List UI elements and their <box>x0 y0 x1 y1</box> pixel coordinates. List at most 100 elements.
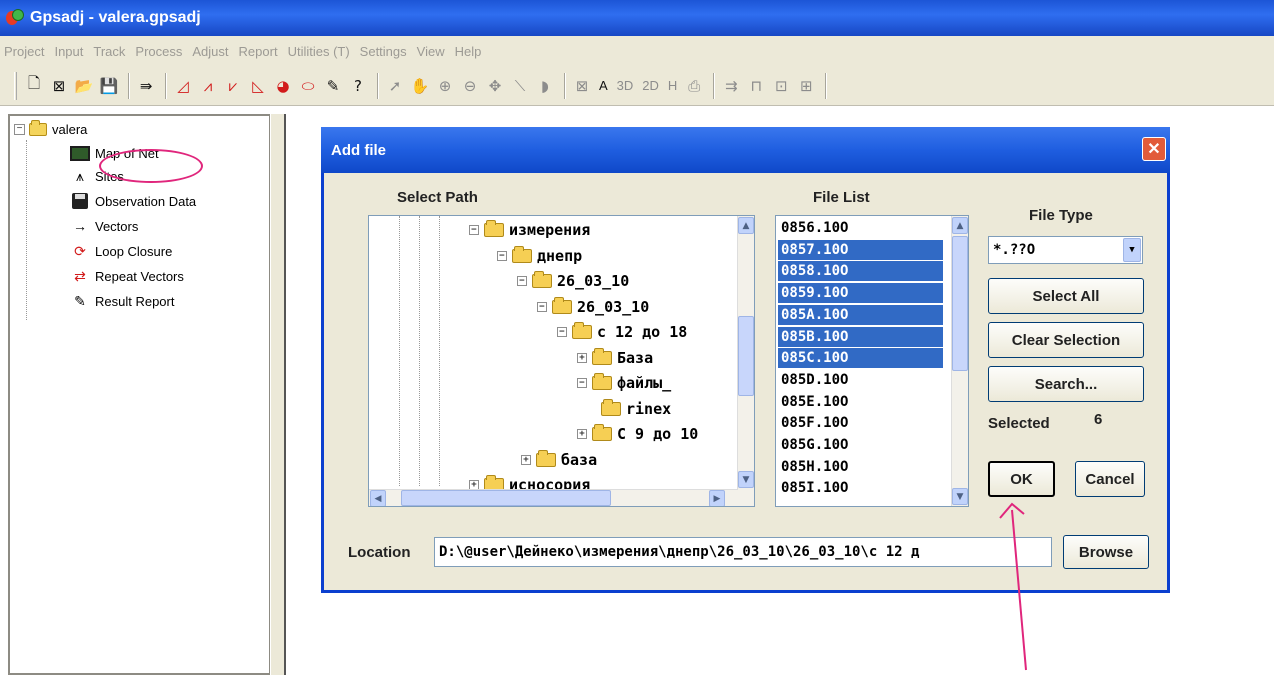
process-icon[interactable]: ◕ <box>272 74 294 98</box>
collapse-icon[interactable]: − <box>469 225 479 235</box>
file-list-item[interactable]: 085H.10O <box>778 457 943 477</box>
path-tree-node[interactable]: + база <box>521 448 597 472</box>
path-tree-node[interactable]: rinex <box>601 397 671 421</box>
path-tree-node[interactable]: − файлы_ <box>577 371 671 395</box>
tree-item-repeat-vectors[interactable]: ⇄ Repeat Vectors <box>70 265 184 287</box>
expand-icon[interactable]: + <box>521 454 531 465</box>
menu-utilities[interactable]: Utilities (T) <box>288 44 350 59</box>
height-button[interactable]: H <box>665 74 680 98</box>
file-vscrollbar[interactable]: ▲ ▼ <box>951 216 968 506</box>
file-list-item[interactable]: 085E.10O <box>778 392 943 412</box>
path-tree-node[interactable]: − 26_03_10 <box>537 295 649 319</box>
collapse-icon[interactable]: − <box>537 301 547 312</box>
tree-item-result-report[interactable]: ✎ Result Report <box>70 290 174 312</box>
location-field[interactable]: D:\@user\Дейнеко\измерения\днепр\26_03_1… <box>434 537 1052 567</box>
search-button[interactable]: Search... <box>988 366 1144 402</box>
new-file-icon[interactable]: 🗋 <box>23 74 45 98</box>
close-file-icon[interactable]: ⊠ <box>48 74 70 98</box>
scroll-down-icon[interactable]: ▼ <box>738 471 754 488</box>
zoom-out-icon[interactable]: ⊖ <box>459 74 481 98</box>
report-pencil-icon[interactable]: ✎ <box>322 74 344 98</box>
path-tree-node[interactable]: − с 12 до 18 <box>557 320 687 344</box>
collapse-icon[interactable]: − <box>557 327 567 337</box>
tree-item-loop-closure[interactable]: ⟳ Loop Closure <box>70 240 172 262</box>
collapse-icon[interactable]: − <box>577 378 587 388</box>
file-list-item[interactable]: 085F.10O <box>778 413 943 433</box>
line-icon[interactable]: ⟍ <box>509 74 531 98</box>
expand-icon[interactable]: + <box>577 429 587 439</box>
browse-button[interactable]: Browse <box>1063 535 1149 569</box>
loop-icon[interactable]: ⩘ <box>197 74 219 98</box>
menu-process[interactable]: Process <box>135 44 182 59</box>
cancel-button[interactable]: Cancel <box>1075 461 1145 497</box>
adjust-icon[interactable]: ⬭ <box>297 74 319 98</box>
save-icon[interactable]: 💾 <box>98 74 120 98</box>
move-icon[interactable]: ✥ <box>484 74 506 98</box>
file-list-item[interactable]: 085A.10O <box>778 304 943 325</box>
file-list-item[interactable]: 085C.10O <box>778 348 943 369</box>
tree-root[interactable]: − valera <box>14 118 87 140</box>
menu-input[interactable]: Input <box>54 44 83 59</box>
path-tree-node[interactable]: + С 9 до 10 <box>577 422 698 446</box>
hand-pan-icon[interactable]: ✋ <box>409 74 431 98</box>
open-folder-icon[interactable]: 📂 <box>73 74 95 98</box>
print-icon[interactable]: ⎙ <box>683 74 705 98</box>
arrow-right-icon[interactable]: ⇉ <box>720 74 742 98</box>
scroll-left-icon[interactable]: ◀ <box>370 490 386 506</box>
pointer-icon[interactable]: ➚ <box>384 74 406 98</box>
menu-view[interactable]: View <box>417 44 445 59</box>
frame-icon[interactable]: ⊓ <box>745 74 767 98</box>
scroll-right-icon[interactable]: ▶ <box>709 490 725 506</box>
fill-icon[interactable]: ◗ <box>534 74 556 98</box>
scroll-up-icon[interactable]: ▲ <box>738 217 754 234</box>
file-list-item[interactable]: 0856.10O <box>778 218 943 238</box>
menu-track[interactable]: Track <box>93 44 125 59</box>
scroll-thumb[interactable] <box>738 316 754 396</box>
view-2d-button[interactable]: 2D <box>639 74 662 98</box>
loop-edit-icon[interactable]: ◺ <box>247 74 269 98</box>
menu-adjust[interactable]: Adjust <box>192 44 228 59</box>
clear-selection-button[interactable]: Clear Selection <box>988 322 1144 358</box>
path-tree-node[interactable]: + База <box>577 346 653 370</box>
path-tree[interactable]: − измерения − днепр −26_03_10−26_03_10− с 12 … <box>368 215 755 507</box>
path-tree-node[interactable]: − 26_03_10 <box>517 269 629 293</box>
close-icon[interactable]: ✕ <box>1142 137 1166 161</box>
file-type-select[interactable]: *.??O ▼ <box>988 236 1143 264</box>
view-3d-button[interactable]: 3D <box>614 74 637 98</box>
menu-report[interactable]: Report <box>239 44 278 59</box>
file-list-item[interactable]: 085B.10O <box>778 326 943 347</box>
path-tree-node[interactable]: − измерения <box>469 218 590 242</box>
path-tree-node[interactable]: − днепр <box>497 244 582 268</box>
import-icon[interactable]: ⇛ <box>135 74 157 98</box>
zoom-in-icon[interactable]: ⊕ <box>434 74 456 98</box>
hscroll-thumb[interactable] <box>401 490 611 506</box>
file-list-item[interactable]: 0859.10O <box>778 283 943 304</box>
file-list-item[interactable]: 0857.10O <box>778 239 943 260</box>
file-list-item[interactable]: 085G.10O <box>778 435 943 455</box>
tree-item-observation-data[interactable]: Observation Data <box>70 190 196 212</box>
menu-project[interactable]: Project <box>4 44 44 59</box>
collapse-icon[interactable]: − <box>517 276 527 286</box>
menu-settings[interactable]: Settings <box>360 44 407 59</box>
collapse-icon[interactable]: − <box>497 250 507 261</box>
menu-help[interactable]: Help <box>455 44 482 59</box>
scroll-thumb[interactable] <box>952 236 968 371</box>
triangle-icon[interactable]: ◿ <box>172 74 194 98</box>
path-hscrollbar[interactable]: ◀ ▶ <box>369 489 738 506</box>
select-all-button[interactable]: Select All <box>988 278 1144 314</box>
toolbar-grip[interactable] <box>14 71 17 100</box>
panel-splitter[interactable] <box>270 114 286 675</box>
file-list-item[interactable]: 0858.10O <box>778 261 943 282</box>
file-list[interactable]: 0856.10O 0857.10O 0858.10O 0859.10O 085A.10O… <box>775 215 969 507</box>
fit-icon[interactable]: ⊠ <box>571 74 593 98</box>
scroll-down-icon[interactable]: ▼ <box>952 488 968 505</box>
tree-item-vectors[interactable]: → Vectors <box>70 215 138 237</box>
text-label-button[interactable]: A <box>596 74 611 98</box>
loop-check-icon[interactable]: ⩗ <box>222 74 244 98</box>
path-vscrollbar[interactable]: ▲ ▼ <box>737 216 754 506</box>
collapse-icon[interactable]: − <box>14 123 25 135</box>
frame-check-icon[interactable]: ⊡ <box>770 74 792 98</box>
file-list-item[interactable]: 085I.10O <box>778 478 943 498</box>
file-list-item[interactable]: 085D.10O <box>778 370 943 390</box>
scroll-up-icon[interactable]: ▲ <box>952 217 968 234</box>
